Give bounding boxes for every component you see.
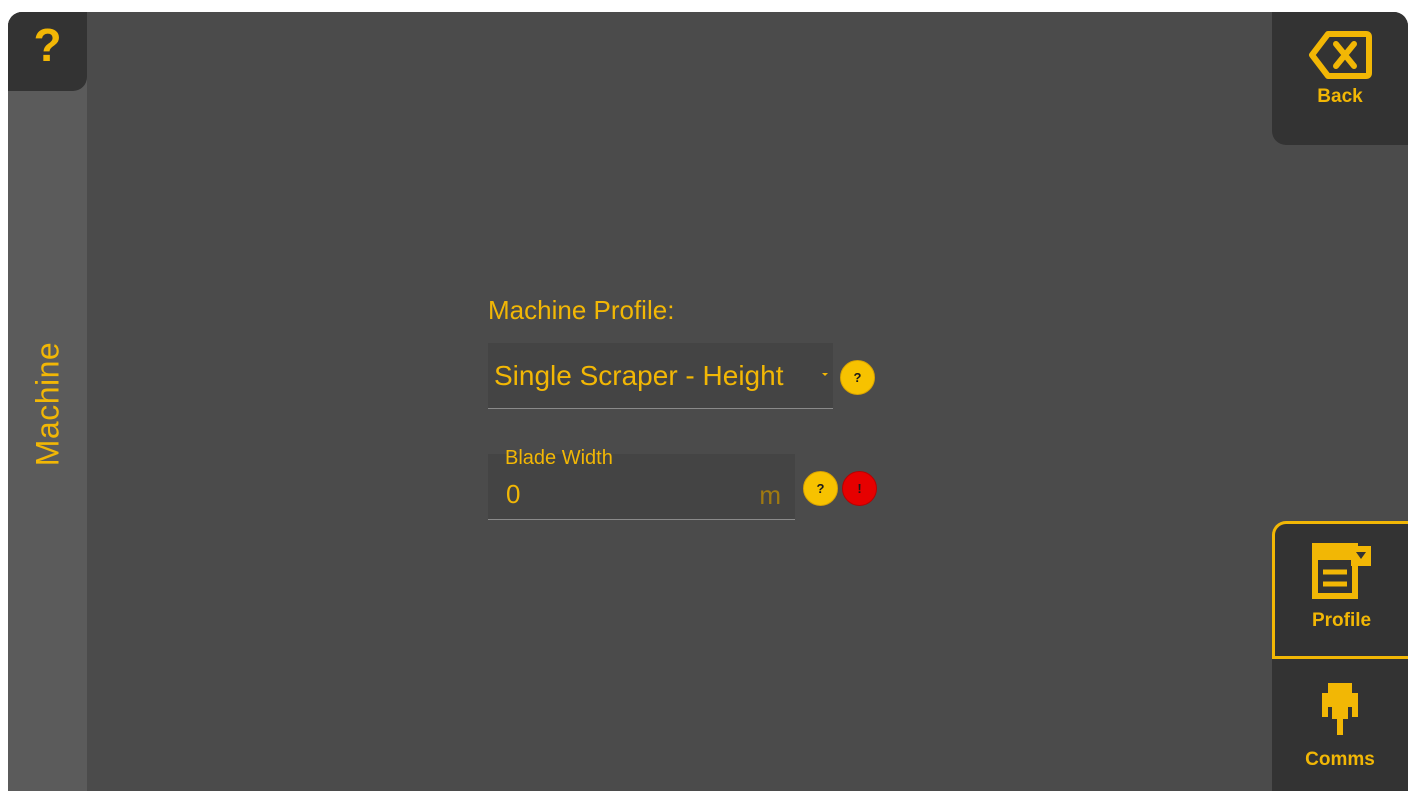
section-title: Machine [29,341,66,467]
blade-width-help-icon[interactable]: ? [803,471,838,506]
tab-profile[interactable]: Profile [1272,521,1408,659]
profile-form-icon [1311,543,1371,599]
back-label: Back [1317,86,1363,107]
tab-comms[interactable]: Comms [1272,659,1408,791]
machine-profile-dropdown[interactable]: Single Scraper - Height [488,343,833,409]
blade-width-input[interactable]: 0 [506,479,520,510]
question-mark-icon: ? [33,18,62,71]
profile-help-icon[interactable]: ? [840,360,875,395]
back-button[interactable]: Back [1272,12,1408,145]
chevron-down-icon [822,373,828,376]
connector-plug-icon [1322,683,1358,735]
blade-width-unit: m [759,480,781,510]
machine-profile-label: Machine Profile: [488,295,675,325]
machine-profile-value: Single Scraper - Height [494,359,784,391]
left-rail: ? Machine [8,12,87,791]
help-button[interactable]: ? [8,12,87,91]
blade-width-error-icon[interactable]: ! [842,471,877,506]
backspace-x-icon [1309,31,1372,79]
profile-tab-label: Profile [1311,610,1372,631]
app-screen: ? Machine Back Profile Comms Machine Pro… [8,12,1408,791]
blade-width-label: Blade Width [505,447,613,469]
blade-width-field[interactable]: Blade Width 0 m [488,447,795,520]
comms-tab-label: Comms [1305,749,1375,770]
